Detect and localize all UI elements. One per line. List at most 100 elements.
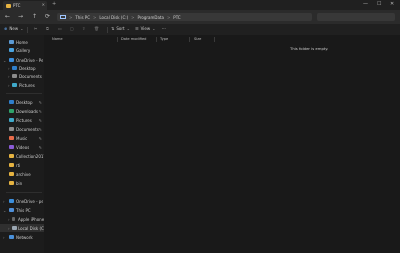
sort-icon: ⇅ [111, 26, 115, 31]
sidebar-item-label: Pictures [16, 117, 32, 123]
sidebar-item-onedrive-second[interactable]: › OneDrive - persona [0, 197, 44, 205]
maximize-button[interactable]: ☐ [377, 1, 381, 7]
tab-close-icon[interactable]: ✕ [42, 2, 45, 7]
tab-title: PTC [13, 3, 21, 8]
column-separator[interactable] [117, 37, 118, 42]
forward-button[interactable]: → [18, 13, 23, 20]
more-options-button[interactable]: ··· [162, 26, 166, 31]
sidebar-item-local-disk[interactable]: › Local Disk (C:) [0, 224, 47, 232]
sidebar-item-label: Music [16, 135, 28, 141]
sidebar-item-label: Network [16, 234, 33, 240]
column-header-size[interactable]: Size [194, 37, 201, 41]
copy-icon: ⧉ [46, 26, 49, 31]
chevron-right-icon: › [8, 65, 10, 71]
column-separator[interactable] [156, 37, 157, 42]
rename-button[interactable]: ▢ [70, 26, 74, 31]
breadcrumb-separator: > [69, 14, 73, 20]
folder-icon [6, 3, 11, 8]
file-list-pane[interactable]: Name Date modified Type Size This folder… [44, 35, 400, 253]
sidebar-item-pictures[interactable]: › Pictures [0, 81, 44, 89]
sidebar-item-network[interactable]: › Network [0, 233, 44, 241]
tab-ptc[interactable]: PTC ✕ [3, 1, 47, 10]
chevron-right-icon: › [8, 225, 10, 231]
chevron-down-icon: ⌄ [126, 26, 130, 31]
new-tab-button[interactable]: + [52, 1, 56, 7]
drive-icon [12, 226, 17, 230]
delete-button[interactable]: 🗑 [94, 26, 99, 31]
sidebar-item-quick-desktop[interactable]: Desktop ✎ [0, 98, 44, 106]
new-button[interactable]: ⊕ New ⌄ [4, 26, 23, 31]
sidebar-item-music[interactable]: Music ✎ [0, 134, 44, 142]
plus-icon: ⊕ [4, 26, 8, 31]
sidebar-divider [6, 93, 42, 94]
sidebar-item-label: Pictures [19, 82, 35, 88]
desktop-icon [9, 100, 14, 104]
videos-icon [9, 145, 14, 149]
sidebar-item-collection2017[interactable]: Collection2017 [0, 152, 46, 160]
share-button[interactable]: ⇪ [82, 26, 85, 31]
back-button[interactable]: ← [5, 13, 10, 20]
chevron-right-icon: › [3, 198, 5, 204]
sidebar-item-onedrive-personal[interactable]: ⌄ OneDrive - Persona [0, 56, 44, 64]
view-button[interactable]: ☰ View ⌄ [135, 26, 155, 31]
breadcrumb-programdata[interactable]: ProgramData [138, 15, 164, 20]
copy-button[interactable]: ⧉ [46, 26, 49, 31]
sidebar-item-desktop[interactable]: › Desktop [0, 64, 44, 72]
breadcrumb-ptc[interactable]: PTC [173, 15, 180, 20]
new-label: New [9, 26, 19, 31]
pictures-icon [12, 83, 17, 87]
chevron-down-icon: ⌄ [3, 57, 7, 63]
paste-button[interactable]: ▭ [58, 26, 62, 31]
chevron-right-icon: › [8, 82, 10, 88]
folder-icon [9, 154, 14, 158]
sort-label: Sort [116, 26, 125, 31]
sidebar-item-documents[interactable]: › Documents [0, 72, 44, 80]
sidebar-item-apple-iphone[interactable]: › Apple iPhone [0, 215, 44, 223]
sidebar-item-archive[interactable]: archive [0, 170, 44, 178]
column-header-date-modified[interactable]: Date modified [121, 37, 146, 41]
address-box[interactable]: > This PC > Local Disk (C:) > ProgramDat… [57, 13, 312, 21]
pc-icon [9, 208, 14, 212]
sidebar-item-label: Home [16, 39, 28, 45]
cut-button[interactable]: ✂ [34, 26, 37, 31]
sidebar-item-label: Collection2017 [16, 153, 46, 159]
sidebar-item-label: This PC [16, 207, 31, 213]
sidebar-item-rti[interactable]: rti [0, 161, 44, 169]
sidebar-item-downloads[interactable]: Downloads ✎ [0, 107, 44, 115]
file-explorer-window: PTC ✕ + — ☐ ✕ ← → ↑ ⟳ > This PC > Local … [0, 0, 400, 253]
chevron-right-icon: › [8, 216, 10, 222]
up-button[interactable]: ↑ [32, 13, 37, 20]
column-header-type[interactable]: Type [160, 37, 168, 41]
folder-icon [9, 181, 14, 185]
column-separator[interactable] [189, 37, 190, 42]
search-input[interactable] [317, 13, 395, 21]
sidebar-item-gallery[interactable]: Gallery [0, 46, 44, 54]
sidebar-item-label: Local Disk (C:) [18, 225, 47, 231]
pin-icon: ✎ [38, 117, 42, 123]
delete-icon: 🗑 [94, 26, 100, 31]
sidebar-item-bin[interactable]: bin [0, 179, 44, 187]
rename-icon: ▢ [70, 26, 74, 31]
breadcrumb-this-pc[interactable]: This PC [75, 15, 90, 20]
sort-button[interactable]: ⇅ Sort ⌄ [111, 26, 130, 31]
column-header-name[interactable]: Name [52, 37, 63, 41]
column-separator[interactable] [214, 37, 215, 42]
sidebar-item-home[interactable]: Home [0, 38, 44, 46]
chevron-down-icon: ⌄ [20, 26, 24, 31]
sidebar-item-label: rti [16, 162, 21, 168]
pin-icon: ✎ [38, 126, 42, 132]
sidebar-item-quick-pictures[interactable]: Pictures ✎ [0, 116, 44, 124]
chevron-down-icon: ⌄ [152, 26, 156, 31]
pin-icon: ✎ [38, 135, 42, 141]
command-bar: ⊕ New ⌄ ✂ ⧉ ▭ ▢ ⇪ 🗑 ⇅ Sort ⌄ ☰ View ⌄ ··… [0, 24, 400, 35]
breadcrumb-local-disk[interactable]: Local Disk (C:) [99, 15, 128, 20]
title-bar: PTC ✕ + — ☐ ✕ [0, 0, 400, 10]
view-label: View [140, 26, 151, 31]
documents-icon [12, 74, 17, 78]
close-button[interactable]: ✕ [390, 1, 394, 7]
sidebar-item-quick-documents[interactable]: Documents ✎ [0, 125, 44, 133]
minimize-button[interactable]: — [363, 1, 368, 7]
sidebar-item-this-pc[interactable]: ⌄ This PC [0, 206, 44, 214]
sidebar-item-videos[interactable]: Videos ✎ [0, 143, 44, 151]
refresh-button[interactable]: ⟳ [45, 13, 50, 20]
